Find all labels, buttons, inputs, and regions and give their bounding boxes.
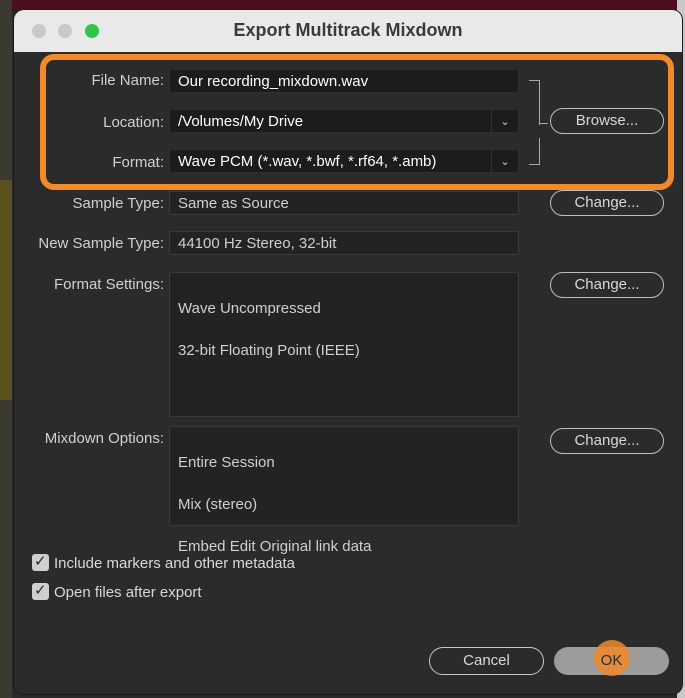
cancel-button[interactable]: Cancel [429,647,544,675]
mixdown-options-box: Entire Session Mix (stereo) Embed Edit O… [169,426,519,555]
export-dialog: Export Multitrack Mixdown File Name: Our… [14,10,682,694]
mixdown-options-change-button[interactable]: Change... [550,428,664,454]
format-value: Wave PCM (*.wav, *.bwf, *.rf64, *.amb) [178,153,437,170]
format-select[interactable]: Wave PCM (*.wav, *.bwf, *.rf64, *.amb) ⌄ [169,149,519,173]
location-label: Location: [103,114,164,131]
bracket-bottom [529,138,540,165]
format-settings-line: Wave Uncompressed [178,300,321,317]
location-value: /Volumes/My Drive [178,113,304,130]
open-files-checkbox[interactable] [32,581,49,600]
chevron-down-icon[interactable]: ⌄ [491,110,518,132]
file-name-label: File Name: [91,72,164,89]
sample-type-field: Same as Source [169,191,519,215]
format-settings-box: Wave Uncompressed 32-bit Floating Point … [169,272,519,417]
mixdown-option-line: Embed Edit Original link data [178,538,372,555]
location-select[interactable]: /Volumes/My Drive ⌄ [169,109,519,133]
mixdown-option-line: Mix (stereo) [178,496,258,513]
mixdown-option-line: Entire Session [178,454,275,471]
dialog-title: Export Multitrack Mixdown [233,20,463,40]
browse-button[interactable]: Browse... [550,108,664,134]
title-bar: Export Multitrack Mixdown [14,10,682,52]
background-clip [0,180,12,400]
include-markers-label: Include markers and other metadata [54,555,295,572]
new-sample-type-field: 44100 Hz Stereo, 32-bit [169,231,519,255]
sample-type-label: Sample Type: [72,195,164,212]
include-markers-option[interactable]: Include markers and other metadata [32,552,295,573]
format-settings-change-button[interactable]: Change... [550,272,664,298]
background-track-strip [0,0,12,698]
format-settings-label: Format Settings: [53,276,164,293]
chevron-down-icon[interactable]: ⌄ [491,150,518,172]
file-name-input[interactable]: Our recording_mixdown.wav [169,69,519,93]
format-settings-line: 32-bit Floating Point (IEEE) [178,342,360,359]
sample-type-change-button[interactable]: Change... [550,190,664,216]
ok-button-label[interactable]: OK [554,647,669,675]
bracket-top [529,80,540,125]
new-sample-type-label: New Sample Type: [38,235,164,252]
bracket-connector [540,123,548,124]
open-files-option[interactable]: Open files after export [32,581,202,602]
format-label: Format: [112,154,164,171]
mixdown-options-label: Mixdown Options: [44,430,164,447]
include-markers-checkbox[interactable] [32,552,49,571]
open-files-label: Open files after export [54,584,202,601]
